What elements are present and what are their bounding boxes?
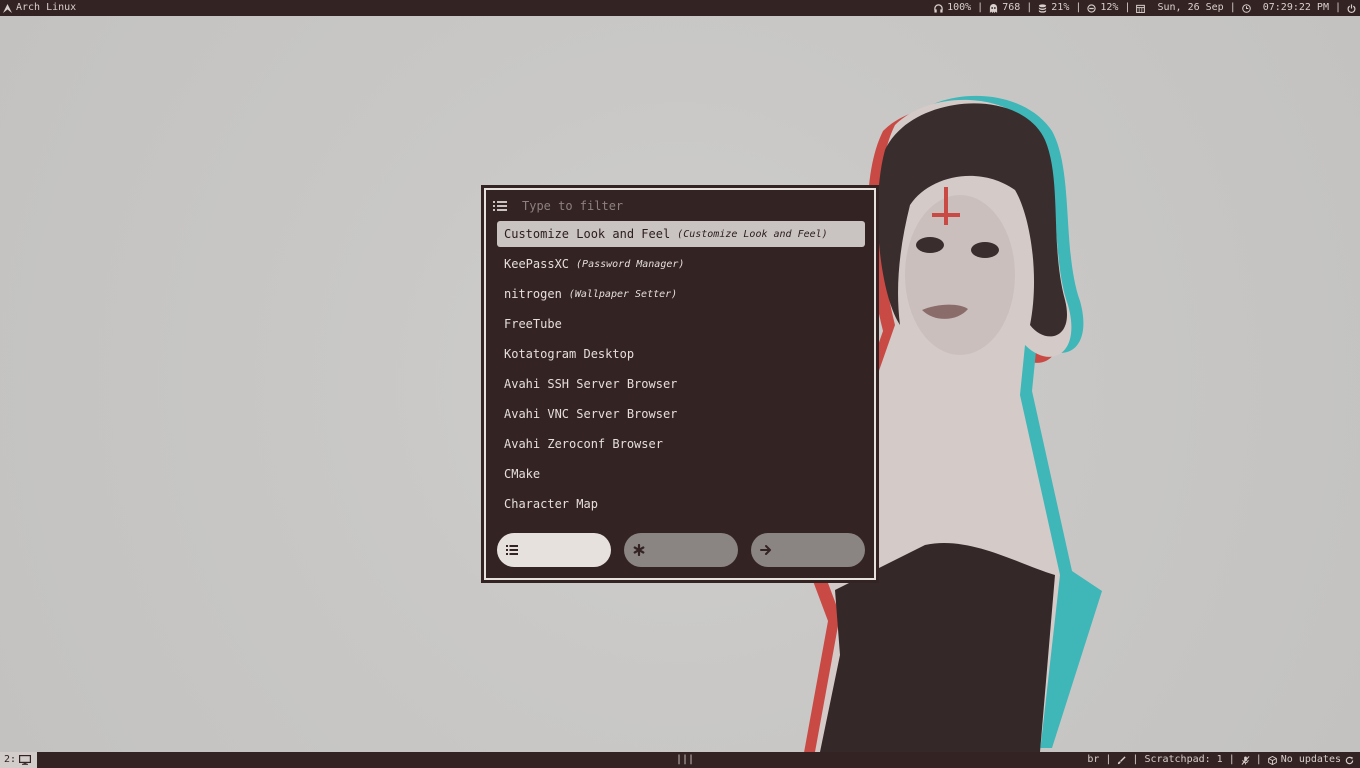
entry-list: Customize Look and Feel (Customize Look … — [497, 221, 865, 521]
entry-name: KeePassXC — [504, 257, 570, 271]
entry-generic-name: (Wallpaper Setter) — [568, 288, 678, 300]
entry-name: FreeTube — [504, 317, 562, 331]
separator: | — [1255, 754, 1262, 765]
entry-generic-name: (Customize Look and Feel) — [677, 228, 828, 240]
list-item[interactable]: Avahi SSH Server Browser — [497, 371, 865, 397]
temperature-value: 768 — [1002, 2, 1021, 13]
brush-icon[interactable] — [1117, 755, 1127, 765]
date-value: Sun, 26 Sep — [1157, 2, 1224, 13]
entry-name: Avahi VNC Server Browser — [504, 407, 678, 421]
disk-value: 21% — [1051, 2, 1070, 13]
separator: | — [1075, 2, 1082, 13]
entry-generic-name: (Password Manager) — [576, 258, 685, 270]
ghost-icon — [989, 3, 998, 13]
separator: | — [1334, 2, 1341, 13]
bottom-bar: 2: ||| br | | Scratchpad: 1 | | No updat… — [0, 752, 1360, 768]
arrow-right-icon — [760, 544, 772, 556]
time-value: 07:29:22 PM — [1262, 2, 1329, 13]
separator: | — [1132, 754, 1139, 765]
database-icon — [1038, 3, 1047, 13]
layout-indicator[interactable]: ||| — [676, 752, 694, 768]
distro-label: Arch Linux — [16, 2, 77, 13]
list-item[interactable]: CMake — [497, 461, 865, 487]
list-item[interactable]: Kotatogram Desktop — [497, 341, 865, 367]
entry-name: nitrogen — [504, 287, 562, 301]
cpu-value: 12% — [1100, 2, 1119, 13]
list-icon — [493, 200, 507, 212]
volume-module[interactable]: 100% — [934, 0, 971, 16]
package-icon — [1267, 755, 1277, 765]
entry-name: Character Map — [504, 497, 598, 511]
arch-logo-icon — [3, 3, 12, 13]
calendar-icon — [1136, 4, 1146, 13]
entry-name: Avahi Zeroconf Browser — [504, 437, 663, 451]
entry-name: Avahi SSH Server Browser — [504, 377, 678, 391]
cpu-icon — [1087, 3, 1097, 13]
keyboard-layout[interactable]: br — [1087, 752, 1099, 768]
separator: | — [1105, 754, 1112, 765]
microphone-muted-icon[interactable] — [1241, 755, 1250, 765]
workspace-indicator[interactable]: 2: — [0, 752, 37, 768]
entry-name: CMake — [504, 467, 541, 481]
entry-name: Customize Look and Feel — [504, 227, 671, 241]
entry-name: Kotatogram Desktop — [504, 347, 635, 361]
scratchpad-status[interactable]: Scratchpad: 1 — [1144, 752, 1222, 768]
disk-module: 21% — [1038, 0, 1069, 16]
app-launcher: Customize Look and Feel (Customize Look … — [481, 185, 879, 583]
separator: | — [1026, 2, 1033, 13]
asterisk-icon — [633, 544, 645, 556]
headphones-icon — [934, 3, 943, 13]
separator: | — [1228, 754, 1235, 765]
refresh-icon — [1345, 756, 1354, 765]
filter-row — [493, 195, 867, 217]
workspace-label: 2: — [4, 754, 17, 765]
volume-value: 100% — [947, 2, 972, 13]
clock-module[interactable]: 07:29:22 PM — [1241, 0, 1329, 16]
list-item[interactable]: nitrogen (Wallpaper Setter) — [497, 281, 865, 307]
separator: | — [1124, 2, 1131, 13]
top-bar: Arch Linux 100% | 768 | 21% | 12% | Sun,… — [0, 0, 1360, 16]
window-mode-button[interactable] — [751, 533, 865, 567]
list-item[interactable]: FreeTube — [497, 311, 865, 337]
mode-switcher — [497, 533, 865, 567]
status-modules: br | | Scratchpad: 1 | | No updates — [1087, 752, 1354, 768]
list-item[interactable]: Character Map — [497, 491, 865, 517]
list-item[interactable]: Customize Look and Feel (Customize Look … — [497, 221, 865, 247]
separator: | — [1229, 2, 1236, 13]
drun-mode-button[interactable] — [497, 533, 611, 567]
list-item[interactable]: KeePassXC (Password Manager) — [497, 251, 865, 277]
list-icon — [506, 544, 518, 556]
distro-launcher[interactable]: Arch Linux — [3, 0, 76, 16]
updates-status: No updates — [1280, 754, 1341, 765]
monitor-icon — [19, 755, 32, 765]
updates-module[interactable]: No updates — [1267, 752, 1354, 768]
list-item[interactable]: Avahi VNC Server Browser — [497, 401, 865, 427]
power-icon[interactable] — [1347, 3, 1356, 13]
separator: | — [977, 2, 984, 13]
date-module[interactable]: Sun, 26 Sep — [1136, 0, 1224, 16]
clock-icon — [1241, 3, 1251, 13]
filter-input[interactable] — [522, 199, 867, 213]
cpu-module: 12% — [1087, 0, 1118, 16]
run-mode-button[interactable] — [624, 533, 738, 567]
temperature-module: 768 — [989, 0, 1020, 16]
list-item[interactable]: Avahi Zeroconf Browser — [497, 431, 865, 457]
